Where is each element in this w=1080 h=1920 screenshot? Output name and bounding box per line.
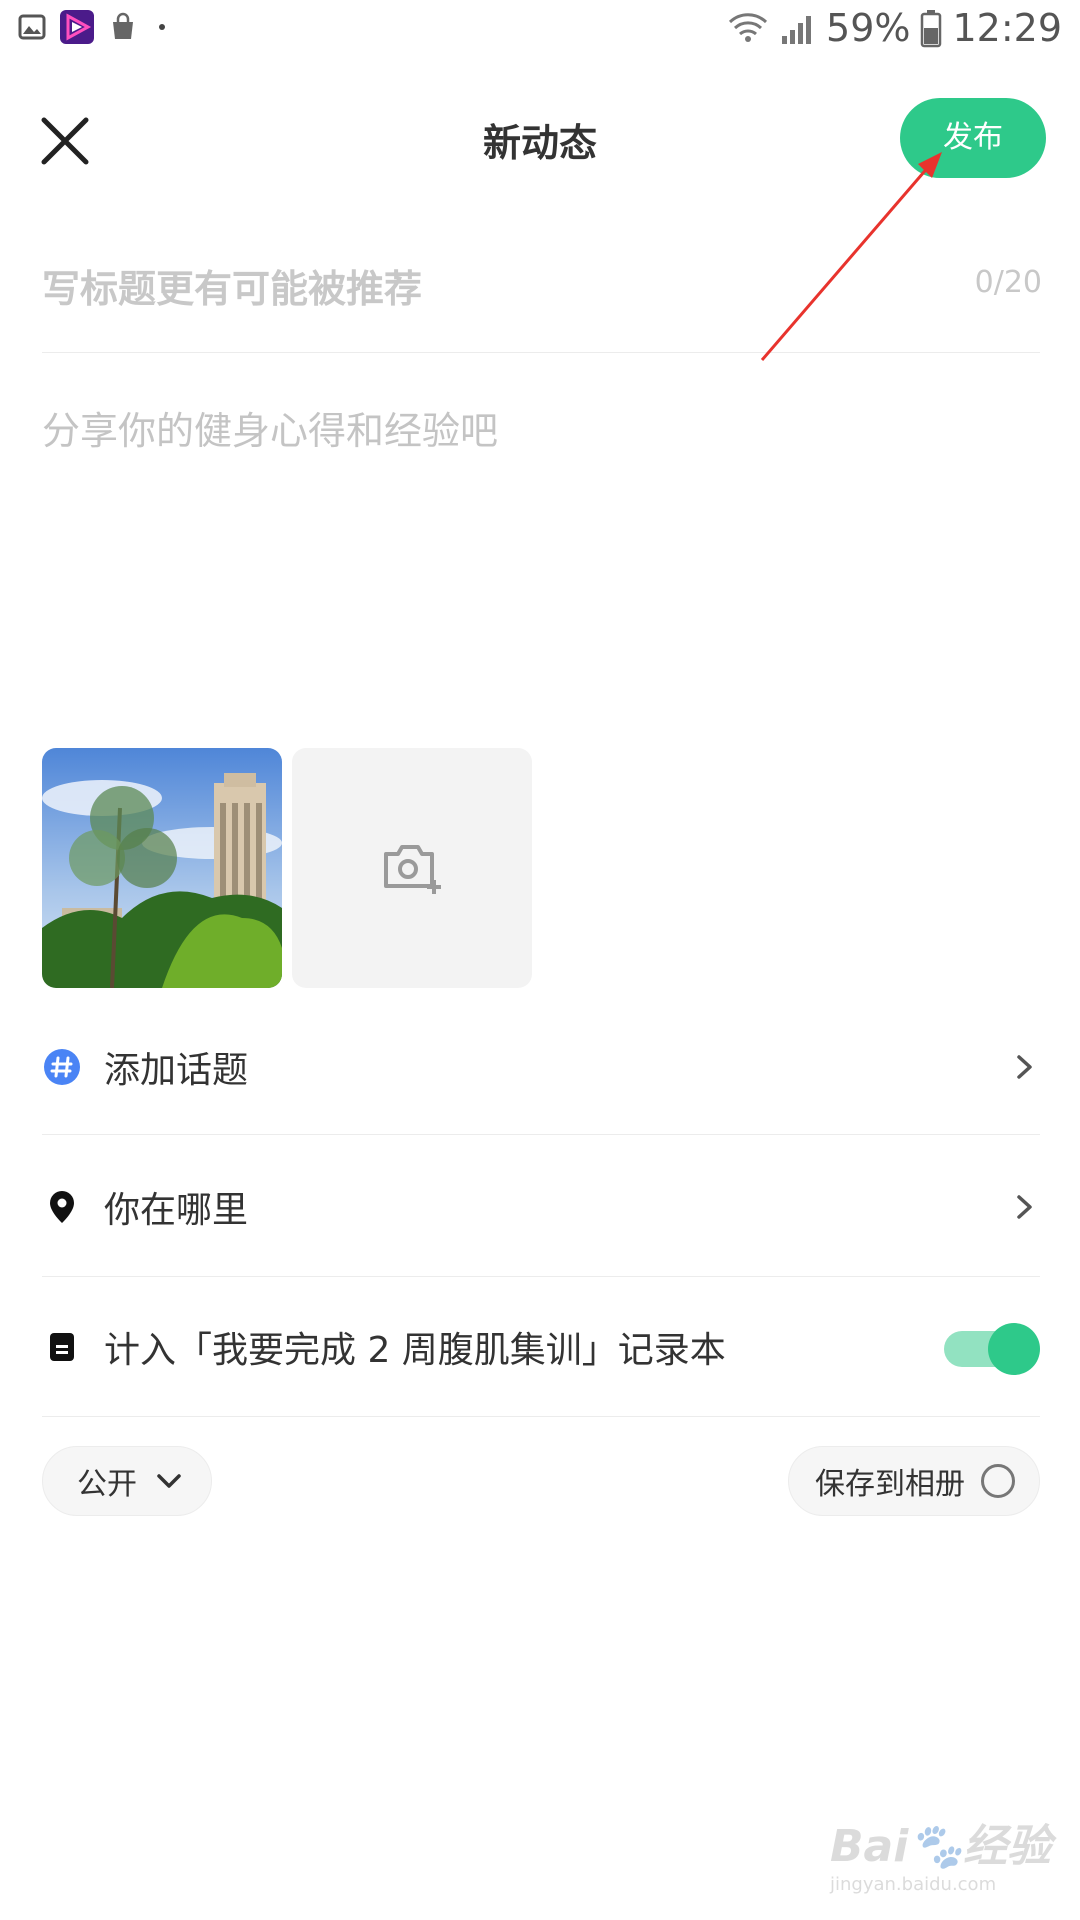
annotation-arrow xyxy=(760,152,942,361)
watermark-logo: Bai🐾经验 jingyan.baidu.com xyxy=(830,1821,1052,1895)
